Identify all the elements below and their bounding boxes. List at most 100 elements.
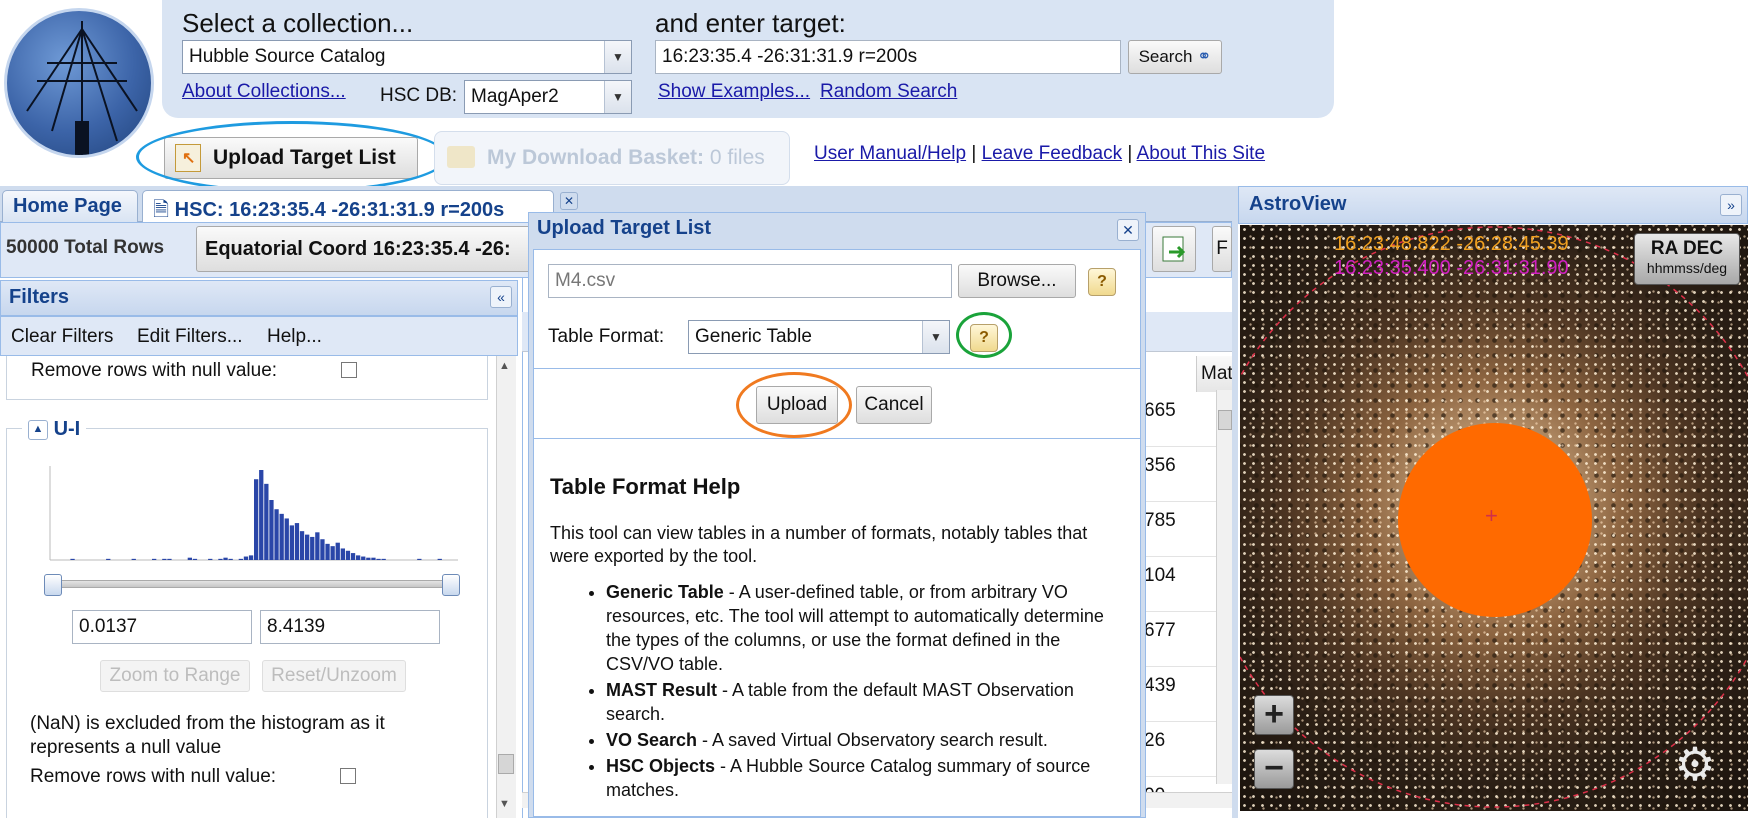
gear-icon[interactable]: ⚙ [1670, 739, 1720, 789]
grid-column-header-mat[interactable]: Mat [1196, 356, 1232, 392]
user-manual-link[interactable]: User Manual/Help [814, 143, 966, 164]
histogram-bar [315, 532, 320, 560]
table-format-select[interactable]: Generic Table ▼ [688, 320, 950, 354]
close-dialog-icon[interactable]: ✕ [1117, 219, 1139, 241]
chevron-down-icon[interactable]: ▼ [604, 41, 631, 73]
table-row[interactable]: 356 [1144, 447, 1218, 502]
histogram-bar [437, 558, 442, 560]
histogram-bar [228, 558, 233, 560]
show-examples-link[interactable]: Show Examples... [658, 81, 810, 103]
format-desc: - A saved Virtual Observatory search res… [697, 730, 1048, 750]
search-button-label: Search [1138, 47, 1193, 66]
range-min-input[interactable]: 0.0137 [72, 610, 252, 644]
format-name: VO Search [606, 730, 698, 750]
ui-section-title: U-I [53, 418, 81, 440]
help-intro: This tool can view tables in a number of… [550, 523, 1088, 566]
grid-scroll-thumb[interactable] [1218, 410, 1232, 430]
filters-title: Filters [9, 286, 70, 308]
coord-filter-button[interactable]: Equatorial Coord 16:23:35.4 -26: [196, 226, 536, 272]
panel-splitter[interactable] [1232, 186, 1238, 818]
hsc-db-select[interactable]: MagAper2 ▼ [464, 80, 632, 114]
chevron-down-icon[interactable]: ▼ [922, 321, 949, 353]
reset-unzoom-button[interactable]: Reset/Unzoom [262, 660, 406, 692]
filters-body: Remove rows with null value: ▲ U-I 0.013… [0, 356, 518, 818]
range-slider-max-handle[interactable] [442, 574, 460, 596]
table-row[interactable]: 785 [1144, 502, 1218, 557]
tab-label: HSC: 16:23:35.4 -26:31:31.9 r=200s [174, 199, 505, 221]
scroll-up-icon[interactable]: ▲ [499, 360, 510, 372]
histogram-bar [187, 557, 192, 560]
dialog-divider [534, 438, 1140, 439]
toolbar-more-button[interactable]: F [1212, 226, 1232, 272]
clear-filters-button[interactable]: Clear Filters [11, 326, 113, 348]
histogram-bar [376, 558, 381, 560]
ui-section-header[interactable]: ▲ U-I [22, 418, 87, 441]
range-slider-track[interactable] [52, 580, 452, 588]
filters-scrollbar[interactable]: ▲ ▼ [496, 356, 516, 818]
random-search-link[interactable]: Random Search [820, 81, 957, 103]
remove-null-checkbox[interactable] [340, 768, 356, 784]
range-slider-min-handle[interactable] [44, 574, 62, 596]
download-basket-label: My Download Basket: [487, 146, 705, 169]
table-row[interactable]: 677 [1144, 612, 1218, 667]
dialog-divider [534, 368, 1140, 369]
table-row[interactable]: 104 [1144, 557, 1218, 612]
filters-help-button[interactable]: Help... [267, 326, 322, 348]
tab-home-page[interactable]: Home Page [2, 190, 138, 222]
range-max-input[interactable]: 8.4139 [260, 610, 440, 644]
list-item: HSC Objects - A Hubble Source Catalog su… [606, 754, 1112, 802]
grid-scrollbar[interactable] [1216, 390, 1232, 784]
export-icon[interactable] [1152, 226, 1196, 272]
histogram-bar [274, 509, 279, 560]
link-separator: | [1127, 143, 1133, 164]
about-collections-link[interactable]: About Collections... [182, 81, 346, 103]
browse-button[interactable]: Browse... [958, 264, 1076, 298]
histogram-bar [371, 557, 376, 560]
coordinate-format-toggle[interactable]: RA DEC hhmmss/deg [1634, 233, 1740, 285]
collapse-astroview-icon[interactable]: » [1720, 194, 1742, 216]
close-tab-icon[interactable]: ✕ [560, 192, 578, 210]
histogram-bar [152, 558, 157, 560]
enter-target-label: and enter target: [655, 8, 846, 38]
table-row[interactable]: 439 [1144, 667, 1218, 722]
search-button[interactable]: Search ⚭ [1128, 40, 1222, 74]
leave-feedback-link[interactable]: Leave Feedback [982, 143, 1123, 164]
histogram-bar [320, 539, 325, 560]
histogram-bar [350, 553, 356, 560]
previous-filter-section: Remove rows with null value: [6, 356, 488, 400]
remove-null-label: Remove rows with null value: [30, 766, 277, 787]
help-format-list: Generic Table - A user-defined table, or… [584, 580, 1112, 804]
mast-logo[interactable] [4, 8, 154, 158]
chevron-down-icon[interactable]: ▼ [604, 81, 631, 113]
target-input[interactable]: 16:23:35.4 -26:31:31.9 r=200s [655, 40, 1121, 74]
collapse-section-icon[interactable]: ▲ [28, 419, 48, 440]
list-item: VO Search - A saved Virtual Observatory … [606, 728, 1112, 752]
remove-null-checkbox[interactable] [341, 362, 357, 378]
histogram-bar [340, 548, 345, 560]
select-collection-label: Select a collection... [182, 8, 414, 38]
zoom-out-button[interactable]: − [1254, 749, 1294, 789]
file-help-icon[interactable]: ? [1088, 268, 1116, 296]
tab-hsc-results[interactable]: 🗎 HSC: 16:23:35.4 -26:31:31.9 r=200s [142, 190, 554, 222]
scroll-down-icon[interactable]: ▼ [499, 798, 510, 810]
download-basket-button[interactable]: My Download Basket: 0 files [434, 131, 790, 185]
filters-scroll-thumb[interactable] [498, 754, 514, 774]
zoom-to-range-button[interactable]: Zoom to Range [100, 660, 250, 692]
sky-view[interactable]: + 16:23:48.822 -26:28:45.39 16:23:35.400… [1240, 225, 1748, 811]
document-icon: 🗎 [153, 199, 170, 221]
table-row[interactable]: 665 [1144, 392, 1218, 447]
table-row[interactable]: 26 [1144, 722, 1218, 777]
binoculars-icon: ⚭ [1197, 47, 1212, 66]
astroview-title: AstroView [1249, 193, 1347, 215]
help-title: Table Format Help [550, 474, 741, 499]
collection-select[interactable]: Hubble Source Catalog ▼ [182, 40, 632, 74]
histogram-bar [361, 556, 366, 560]
edit-filters-button[interactable]: Edit Filters... [137, 326, 243, 348]
file-path-input[interactable]: M4.csv [548, 264, 952, 298]
zoom-in-button[interactable]: + [1254, 695, 1294, 735]
collapse-filters-icon[interactable]: « [490, 286, 512, 308]
format-name: Generic Table [606, 582, 724, 602]
hsc-db-label: HSC DB: [380, 85, 458, 106]
cancel-button[interactable]: Cancel [856, 386, 932, 424]
about-site-link[interactable]: About This Site [1137, 143, 1266, 164]
